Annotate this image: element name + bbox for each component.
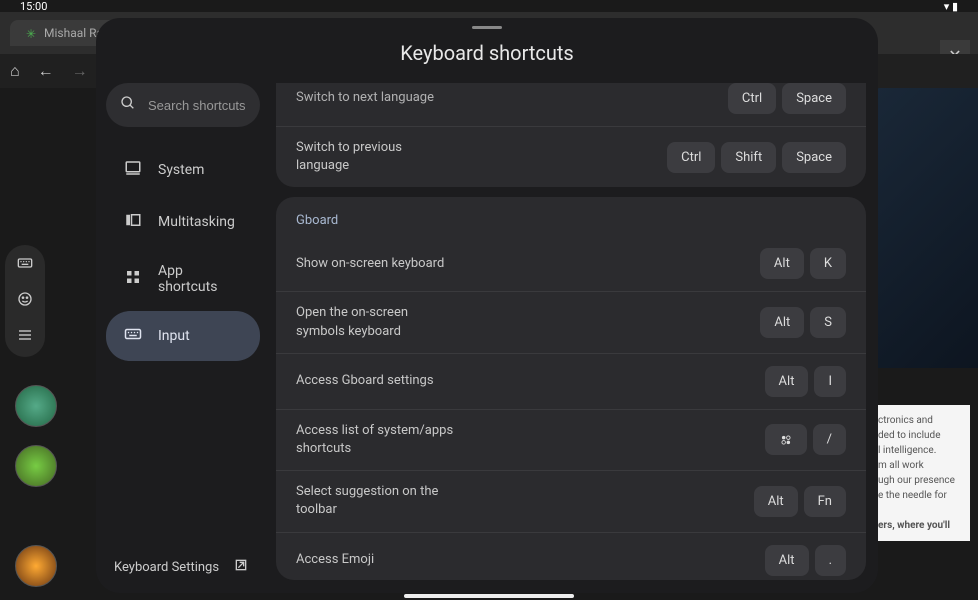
shortcut-row: Switch to previous language Ctrl Shift S… (276, 126, 866, 187)
key-badge: Alt (754, 486, 798, 517)
shortcut-label: Switch to previous language (296, 139, 456, 175)
sidebar-item-label: Input (158, 328, 190, 344)
key-badge: / (813, 424, 846, 455)
key-badge: Space (782, 142, 846, 173)
key-badge: Ctrl (667, 142, 715, 173)
sidebar-item-app-shortcuts[interactable]: App shortcuts (106, 249, 260, 309)
emoji-icon[interactable] (17, 291, 33, 311)
key-badge: Alt (760, 248, 804, 279)
search-icon (120, 95, 136, 115)
side-dock (5, 245, 45, 357)
shortcut-row: Select suggestion on the toolbar Alt Fn (276, 470, 866, 531)
shortcut-label: Access Gboard settings (296, 372, 434, 390)
shortcut-row: Access list of system/apps shortcuts / (276, 409, 866, 470)
dock-app-2[interactable] (15, 445, 57, 487)
status-time: 15:00 (20, 0, 47, 12)
apps-grid-icon (124, 268, 142, 290)
background-article-image (868, 88, 978, 368)
sidebar-item-multitasking[interactable]: Multitasking (106, 197, 260, 247)
dock-app-3[interactable] (15, 545, 57, 587)
key-badge: I (814, 366, 846, 397)
key-badge: Alt (765, 366, 809, 397)
monitor-icon (124, 159, 142, 181)
shortcuts-section: Switch to next language Ctrl Space Switc… (276, 83, 866, 187)
sidebar-item-system[interactable]: System (106, 145, 260, 195)
key-badge: S (810, 307, 846, 338)
keyboard-icon (124, 325, 142, 347)
shortcut-label: Access Emoji (296, 551, 374, 569)
dock-app-1[interactable] (15, 385, 57, 427)
menu-icon[interactable] (17, 327, 33, 347)
shortcut-label: Access list of system/apps shortcuts (296, 422, 456, 458)
shortcut-label: Open the on-screen symbols keyboard (296, 304, 456, 340)
shortcuts-content[interactable]: Switch to next language Ctrl Space Switc… (270, 83, 878, 593)
sidebar-item-label: App shortcuts (158, 263, 242, 295)
shortcuts-section-gboard: Gboard Show on-screen keyboard Alt K Ope… (276, 197, 866, 579)
sidebar-item-label: System (158, 162, 204, 178)
forward-icon[interactable]: → (72, 61, 88, 81)
keyboard-settings-label: Keyboard Settings (114, 560, 219, 575)
back-icon[interactable]: ← (38, 61, 54, 81)
shortcut-label: Switch to next language (296, 89, 434, 107)
section-header: Gboard (276, 197, 866, 236)
external-link-icon (233, 557, 249, 577)
key-badge: K (810, 248, 846, 279)
sidebar-item-label: Multitasking (158, 214, 235, 230)
drag-handle[interactable] (472, 26, 502, 29)
key-badge: Alt (765, 545, 809, 576)
background-article-text: ctronics and ded to include l intelligen… (870, 405, 970, 541)
keyboard-settings-link[interactable]: Keyboard Settings (106, 541, 260, 593)
search-key-icon (779, 433, 793, 447)
key-badge: Ctrl (728, 83, 776, 114)
shortcut-label: Select suggestion on the toolbar (296, 483, 456, 519)
status-icons: ▾ ▮ (944, 0, 958, 12)
shortcut-label: Show on-screen keyboard (296, 255, 444, 273)
shortcuts-modal: Keyboard shortcuts System (96, 18, 878, 593)
modal-title: Keyboard shortcuts (96, 33, 878, 83)
shortcut-row: Access Emoji Alt . (276, 532, 866, 580)
shortcut-row: Show on-screen keyboard Alt K (276, 236, 866, 291)
home-icon[interactable]: ⌂ (10, 61, 20, 81)
sidebar: System Multitasking App shortcuts (96, 83, 270, 593)
key-badge: Alt (760, 307, 804, 338)
key-badge: Space (782, 83, 846, 114)
key-badge: Fn (804, 486, 846, 517)
shortcut-row: Open the on-screen symbols keyboard Alt … (276, 291, 866, 352)
shortcut-row: Switch to next language Ctrl Space (276, 83, 866, 126)
key-badge-icon (765, 424, 807, 455)
key-badge: . (815, 545, 846, 576)
sidebar-item-input[interactable]: Input (106, 311, 260, 361)
dock-apps (15, 385, 57, 587)
keyboard-icon[interactable] (17, 255, 33, 275)
shortcut-row: Access Gboard settings Alt I (276, 353, 866, 409)
multitasking-icon (124, 211, 142, 233)
navigation-pill[interactable] (404, 594, 574, 598)
key-badge: Shift (721, 142, 776, 173)
tab-favicon-icon: ✳ (26, 27, 38, 39)
search-box[interactable] (106, 83, 260, 127)
